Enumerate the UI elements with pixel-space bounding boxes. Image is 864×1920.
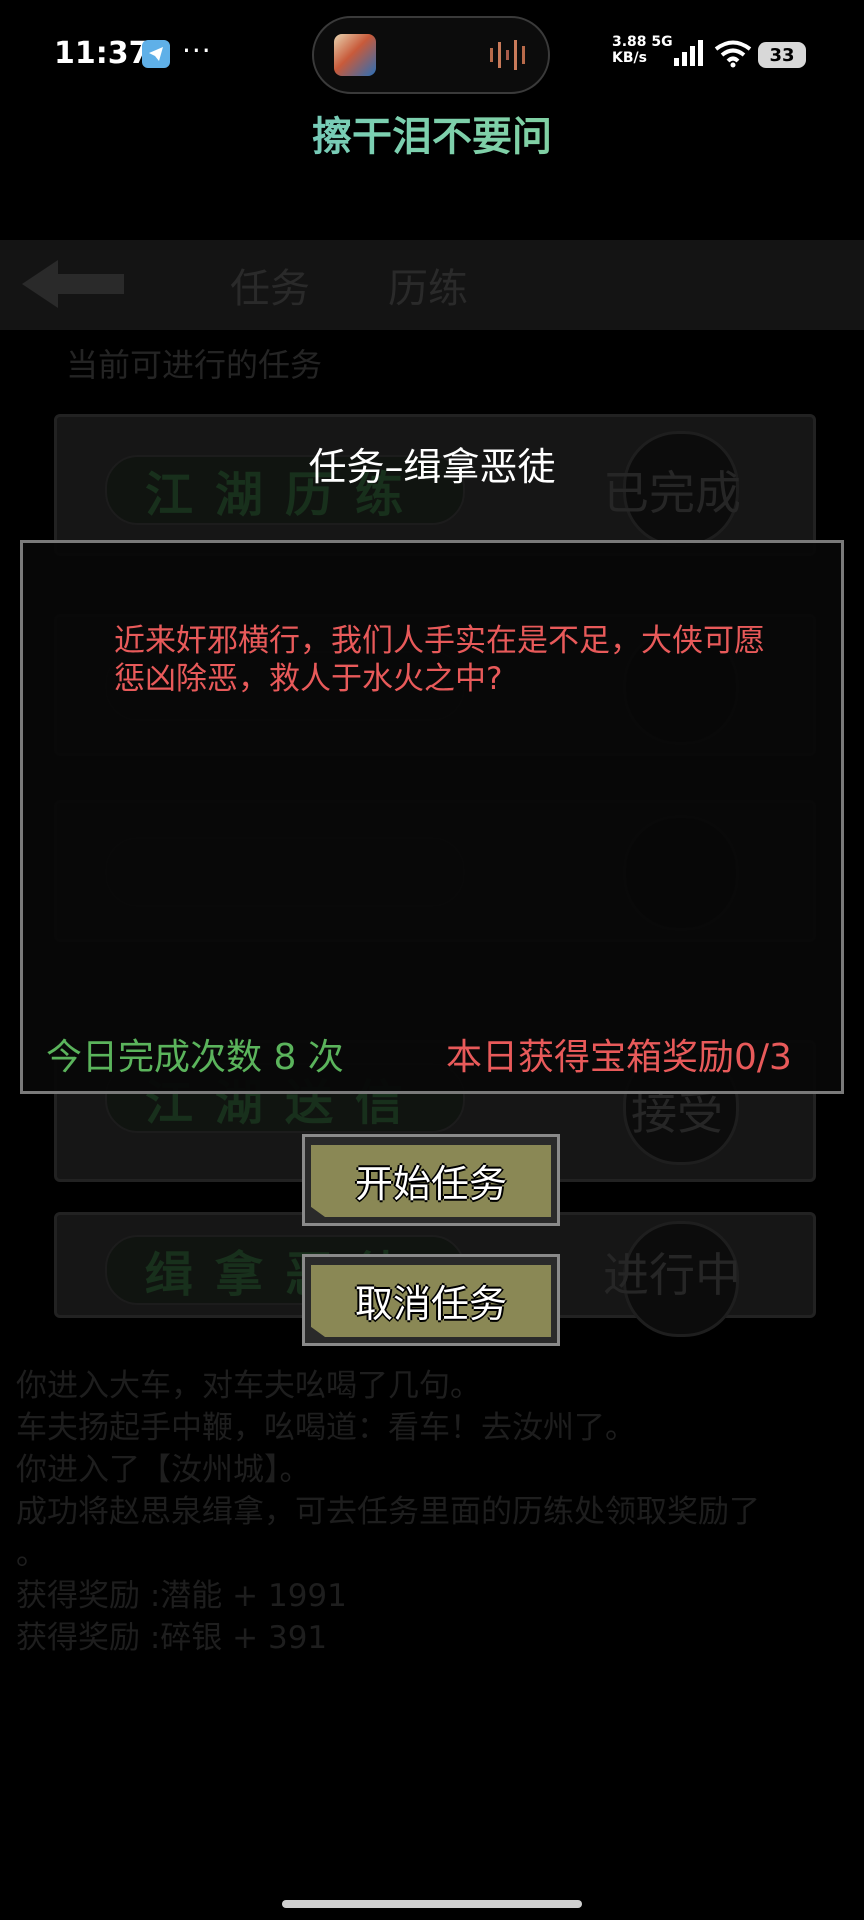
home-indicator[interactable]: [282, 1900, 582, 1908]
wifi-icon: [714, 40, 752, 72]
network-speed: 3.88 5G KB/s: [612, 34, 673, 66]
back-arrow-icon: [18, 256, 128, 316]
chest-reward: 本日获得宝箱奖励0/3: [446, 1037, 792, 1078]
tab-task: 任务: [230, 266, 310, 312]
log-line: 你进入大车，对车夫吆喝了几句。: [16, 1368, 481, 1404]
music-wave-icon: [488, 38, 528, 76]
telegram-icon: [142, 40, 170, 68]
daily-count: 今日完成次数 8 次: [46, 1037, 344, 1078]
start-task-button[interactable]: 开始任务: [302, 1134, 560, 1226]
more-notifications-icon: ···: [182, 34, 212, 67]
net-speed-unit: KB/s: [612, 50, 647, 66]
log-line: 获得奖励 :碎银 + 391: [16, 1620, 328, 1656]
album-art: [334, 34, 376, 76]
log-line: 你进入了【汝州城】。: [16, 1452, 311, 1488]
dialog-description: 近来奸邪横行，我们人手实在是不足，大侠可愿惩凶除恶，救人于水火之中?: [114, 623, 765, 697]
dialog-title: 任务–缉拿恶徒: [308, 445, 556, 489]
network-type: 5G: [651, 34, 673, 50]
start-task-label: 开始任务: [354, 1161, 507, 1206]
log-line: 。: [16, 1536, 47, 1572]
log-line: 成功将赵思泉缉拿，可去任务里面的历练处领取奖励了: [16, 1494, 760, 1530]
background-subtitle: 当前可进行的任务: [66, 346, 323, 384]
log-line: 车夫扬起手中鞭，吆喝道：看车！去汝州了。: [16, 1410, 636, 1446]
log-line: 获得奖励 :潜能 + 1991: [16, 1578, 347, 1614]
signal-icon: [672, 40, 704, 70]
battery-icon: 33: [758, 42, 806, 68]
task-status: 进行中: [603, 1248, 741, 1302]
tab-training: 历练: [388, 266, 468, 312]
cancel-task-button[interactable]: 取消任务: [302, 1254, 560, 1346]
now-playing-title: 擦干泪不要问: [0, 104, 864, 162]
net-speed-value: 3.88: [612, 34, 647, 50]
cancel-task-label: 取消任务: [354, 1281, 507, 1326]
status-time: 11:37: [54, 36, 150, 71]
